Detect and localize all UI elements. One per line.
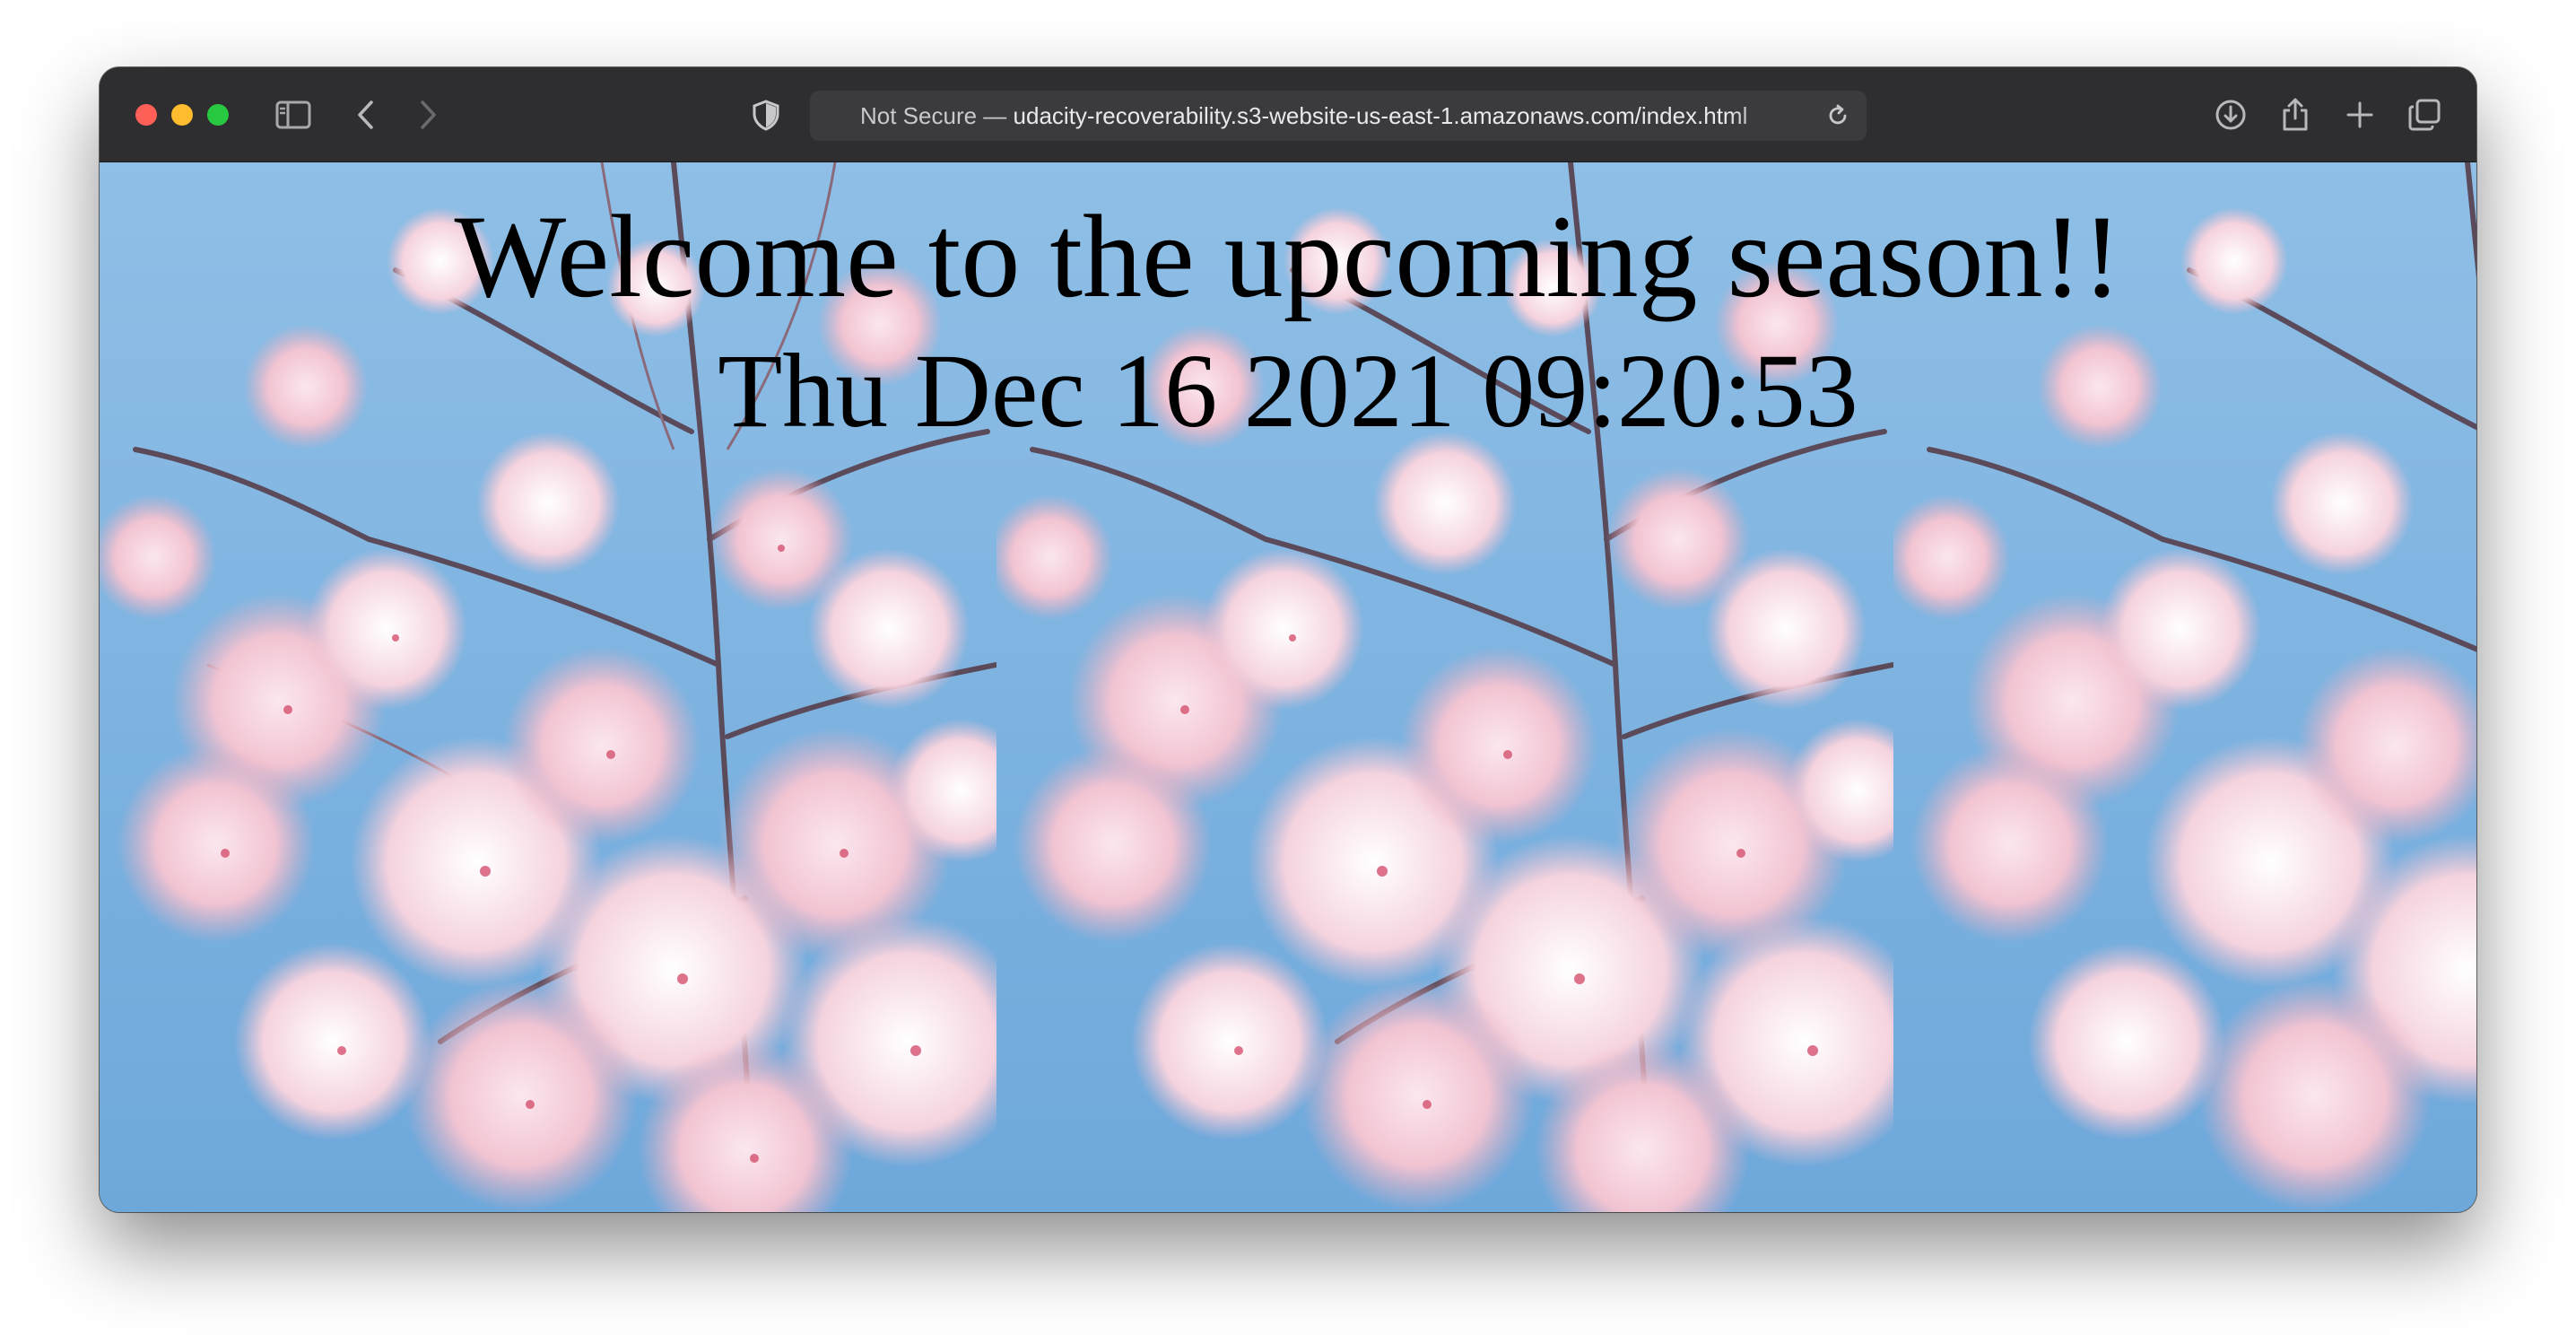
reload-icon[interactable] [1820, 98, 1856, 134]
chevron-right-icon[interactable] [405, 92, 450, 137]
minimize-window-button[interactable] [171, 104, 193, 126]
address-url[interactable]: Not Secure — udacity-recoverability.s3-w… [860, 91, 1804, 141]
zoom-window-button[interactable] [207, 104, 229, 126]
plus-icon[interactable] [2337, 92, 2382, 137]
sidebar-icon[interactable] [271, 92, 316, 137]
tab-overview-icon[interactable] [2402, 92, 2447, 137]
browser-toolbar: Not Secure — udacity-recoverability.s3-w… [100, 67, 2476, 162]
download-icon[interactable] [2208, 92, 2253, 137]
address-bar[interactable]: Not Secure — udacity-recoverability.s3-w… [810, 91, 1867, 141]
close-window-button[interactable] [135, 104, 157, 126]
share-icon[interactable] [2273, 92, 2318, 137]
browser-window: Not Secure — udacity-recoverability.s3-w… [100, 67, 2476, 1212]
shield-icon[interactable] [744, 92, 788, 137]
datetime-text: Thu Dec 16 2021 09:20:53 [718, 332, 1858, 449]
url-text: udacity-recoverability.s3-website-us-eas… [1013, 102, 1748, 129]
welcome-heading: Welcome to the upcoming season!! [454, 190, 2122, 322]
page-content: Welcome to the upcoming season!! Thu Dec… [100, 162, 2476, 1212]
security-label: Not Secure — [860, 102, 1007, 129]
chevron-left-icon[interactable] [344, 92, 388, 137]
